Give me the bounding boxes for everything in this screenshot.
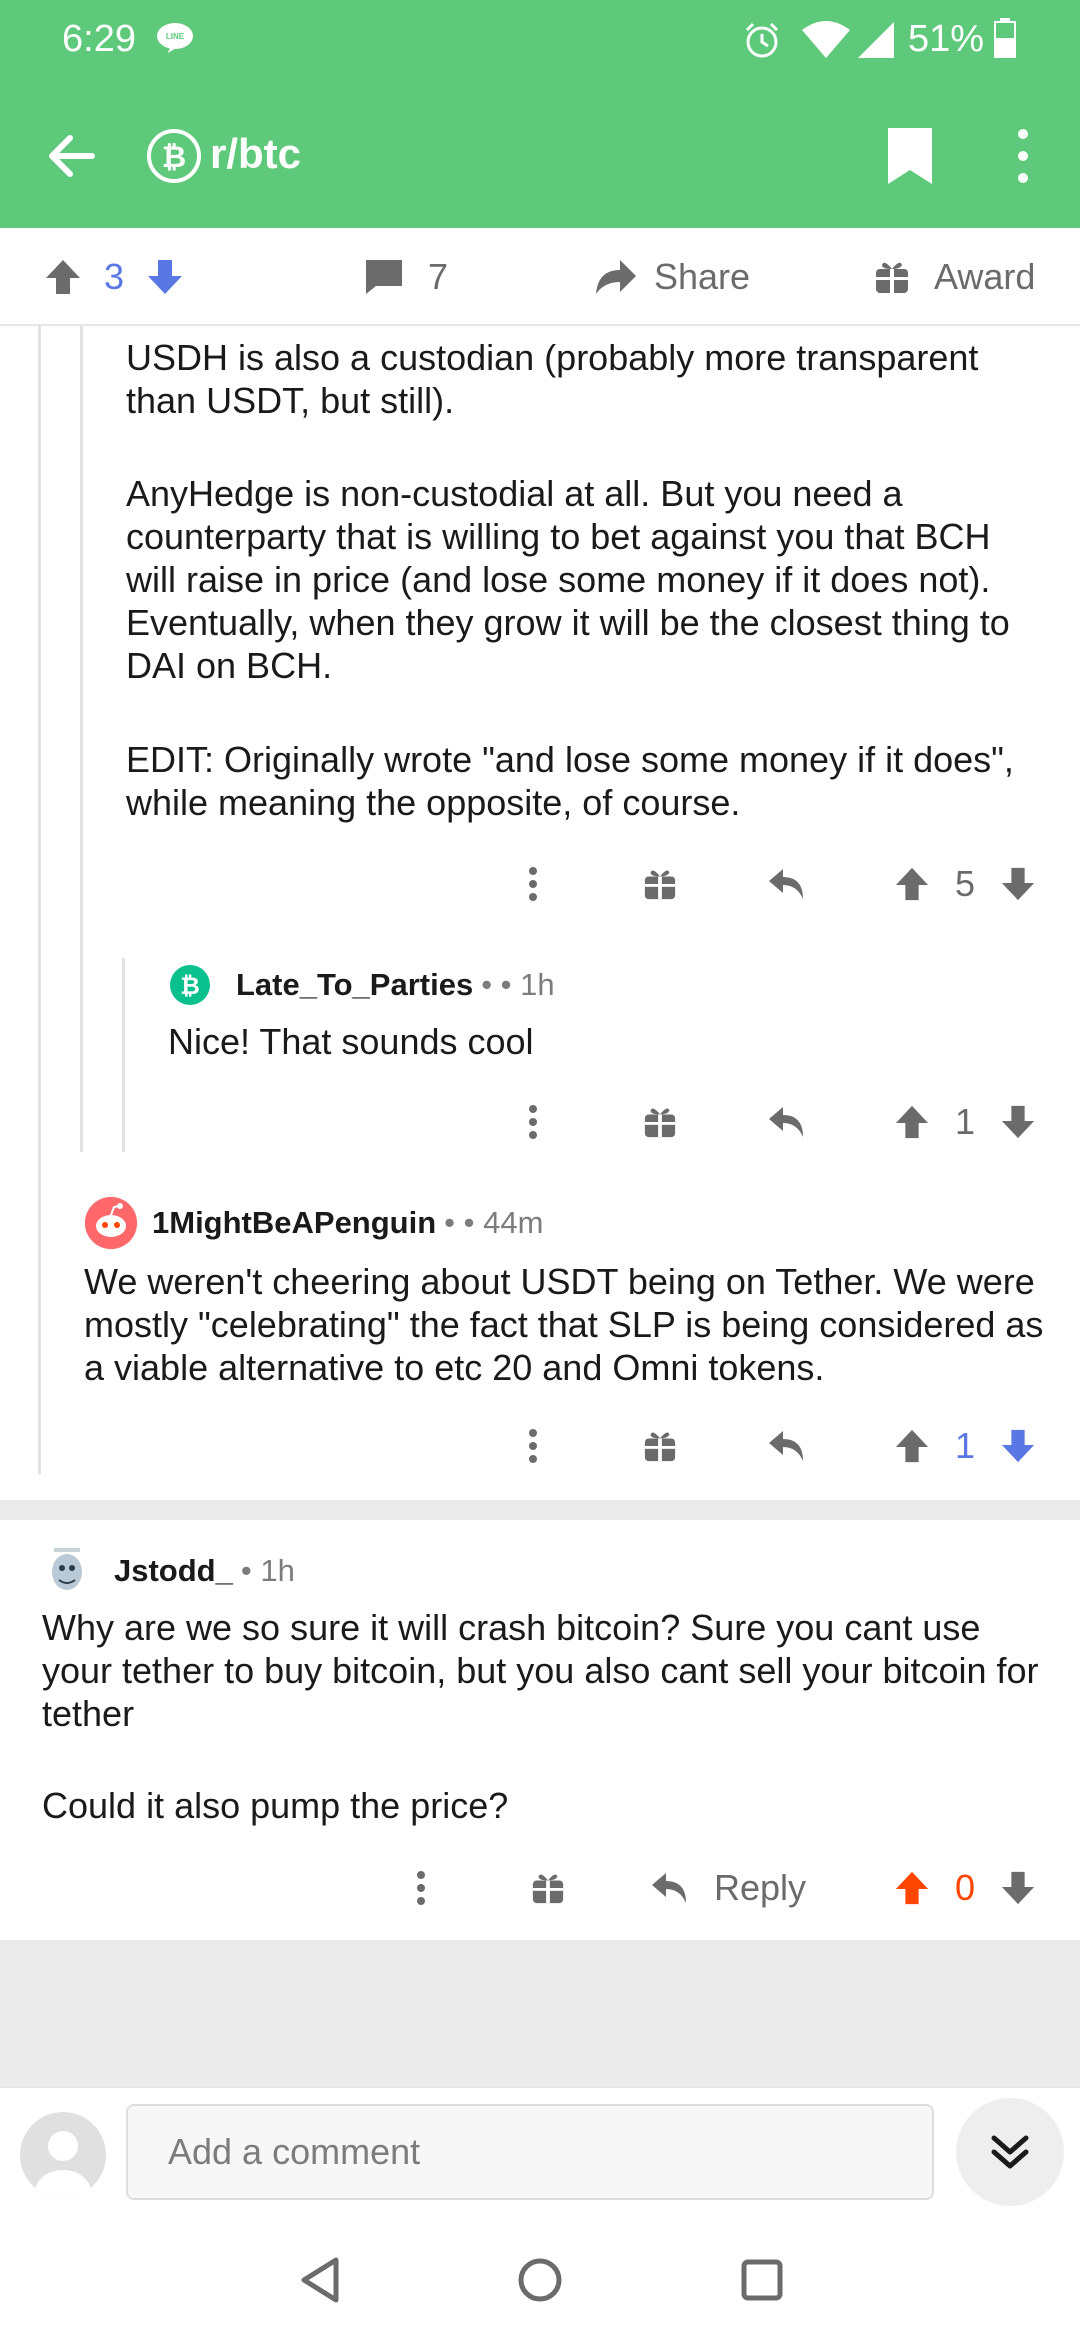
- comment-controls: 5: [0, 854, 1080, 914]
- upvote-icon[interactable]: [892, 854, 932, 914]
- reddit-snoo-avatar-icon[interactable]: [84, 1196, 138, 1250]
- comment-author[interactable]: Late_To_Parties: [236, 967, 473, 1003]
- gift-icon[interactable]: [640, 854, 680, 914]
- nav-recents-icon[interactable]: [734, 2252, 790, 2308]
- share-button[interactable]: Share: [594, 228, 750, 326]
- thread-line-level-2: [80, 326, 83, 1152]
- default-user-icon: [35, 2131, 91, 2198]
- upvote-icon[interactable]: [892, 1416, 932, 1476]
- more-vert-icon[interactable]: [516, 1092, 550, 1152]
- comment-score: 0: [954, 1867, 976, 1908]
- more-vert-icon[interactable]: [404, 1858, 438, 1918]
- reply-icon[interactable]: [764, 854, 810, 914]
- bitcoin-cash-avatar-icon[interactable]: ₿: [170, 965, 210, 1005]
- comment-controls: 1: [0, 1092, 1080, 1152]
- gift-icon[interactable]: [640, 1416, 680, 1476]
- bookmark-icon[interactable]: [884, 124, 936, 188]
- avatar[interactable]: [20, 2112, 106, 2198]
- comment-body: USDH is also a custodian (probably more …: [126, 337, 979, 421]
- reply-label: Reply: [714, 1867, 807, 1908]
- battery-percent: 51%: [908, 18, 985, 60]
- cell-signal-icon: [858, 22, 894, 58]
- thread-divider: [0, 1500, 1080, 1520]
- gift-icon[interactable]: [528, 1858, 568, 1918]
- comment-body: Could it also pump the price?: [42, 1785, 509, 1826]
- downvote-icon[interactable]: [998, 1416, 1038, 1476]
- comment-bubble-icon: [366, 260, 402, 294]
- award-button[interactable]: Award: [874, 228, 1035, 326]
- alarm-icon: [745, 22, 779, 58]
- user-avatar-icon[interactable]: [42, 1546, 92, 1596]
- comment-meta: • • 1h: [481, 967, 555, 1002]
- downvote-icon[interactable]: [998, 1092, 1038, 1152]
- battery-icon: [994, 18, 1016, 58]
- gift-icon: [876, 262, 908, 293]
- downvote-icon[interactable]: [998, 854, 1038, 914]
- comment-meta: • 1h: [240, 1553, 295, 1588]
- nav-back-icon[interactable]: [292, 2252, 348, 2308]
- back-arrow-icon[interactable]: [44, 128, 100, 184]
- reply-icon[interactable]: [764, 1416, 810, 1476]
- comment-header: 1MightBeAPenguin • • 44m: [84, 1196, 543, 1250]
- more-vert-icon[interactable]: [516, 854, 550, 914]
- post-vote-count: 3: [104, 256, 125, 297]
- subreddit-name[interactable]: r/btc: [210, 130, 301, 178]
- comment-body: Why are we so sure it will crash bitcoin…: [42, 1607, 1039, 1734]
- award-label: Award: [934, 256, 1036, 297]
- comment-body: AnyHedge is non-custodial at all. But yo…: [126, 473, 1010, 686]
- comment-count: 7: [428, 256, 449, 297]
- comment-controls: 1: [0, 1416, 1080, 1476]
- post-vote-group: 3: [44, 228, 184, 326]
- comment-header: ₿ Late_To_Parties • • 1h: [170, 960, 555, 1010]
- status-bar: 6:29 LINE 51%: [0, 0, 1080, 80]
- comment-score: 5: [954, 863, 976, 904]
- upvote-icon[interactable]: [892, 1092, 932, 1152]
- comment-controls: Reply 0: [0, 1858, 1080, 1918]
- double-chevron-down-icon: [991, 2135, 1029, 2169]
- comment-score: 1: [954, 1101, 976, 1142]
- comment-author[interactable]: Jstodd_: [114, 1553, 233, 1589]
- comment-composer: Add a comment: [0, 2086, 1080, 2220]
- svg-text:LINE: LINE: [166, 32, 185, 41]
- reply-icon[interactable]: [764, 1092, 810, 1152]
- upvote-icon[interactable]: [892, 1858, 932, 1918]
- comment-score: 1: [954, 1425, 976, 1466]
- comment-author[interactable]: 1MightBeAPenguin: [152, 1205, 436, 1241]
- gift-icon[interactable]: [640, 1092, 680, 1152]
- share-label: Share: [654, 256, 751, 297]
- comment-meta: • • 44m: [444, 1205, 544, 1240]
- bitcoin-subreddit-icon[interactable]: ₿: [146, 128, 202, 184]
- comments-button[interactable]: 7: [364, 228, 448, 326]
- line-app-icon: LINE: [157, 23, 193, 53]
- share-icon: [596, 260, 636, 294]
- top-app-bar: ₿ r/btc: [0, 80, 1080, 228]
- reply-icon: [652, 1873, 686, 1903]
- comment-body: Nice! That sounds cool: [168, 1021, 534, 1062]
- comment-header: Jstodd_ • 1h: [42, 1544, 295, 1598]
- svg-text:₿: ₿: [162, 141, 186, 174]
- more-vert-icon[interactable]: [1006, 126, 1040, 186]
- add-comment-input[interactable]: Add a comment: [126, 2104, 934, 2200]
- status-time: 6:29: [62, 18, 136, 60]
- svg-text:₿: ₿: [180, 973, 200, 1000]
- more-vert-icon[interactable]: [516, 1416, 550, 1476]
- comment-body: We weren't cheering about USDT being on …: [84, 1261, 1044, 1388]
- wifi-icon: [802, 21, 850, 58]
- reply-button[interactable]: Reply: [650, 1858, 820, 1918]
- nav-home-icon[interactable]: [512, 2252, 568, 2308]
- post-action-bar: 3 7 Share Award: [0, 228, 1080, 326]
- downvote-icon[interactable]: [998, 1858, 1038, 1918]
- comment-body: EDIT: Originally wrote "and lose some mo…: [126, 739, 1014, 823]
- expand-button[interactable]: [956, 2098, 1064, 2206]
- empty-space: [0, 1940, 1080, 2086]
- system-nav-bar: [0, 2220, 1080, 2340]
- upvote-icon[interactable]: [44, 258, 82, 296]
- downvote-icon[interactable]: [146, 258, 184, 296]
